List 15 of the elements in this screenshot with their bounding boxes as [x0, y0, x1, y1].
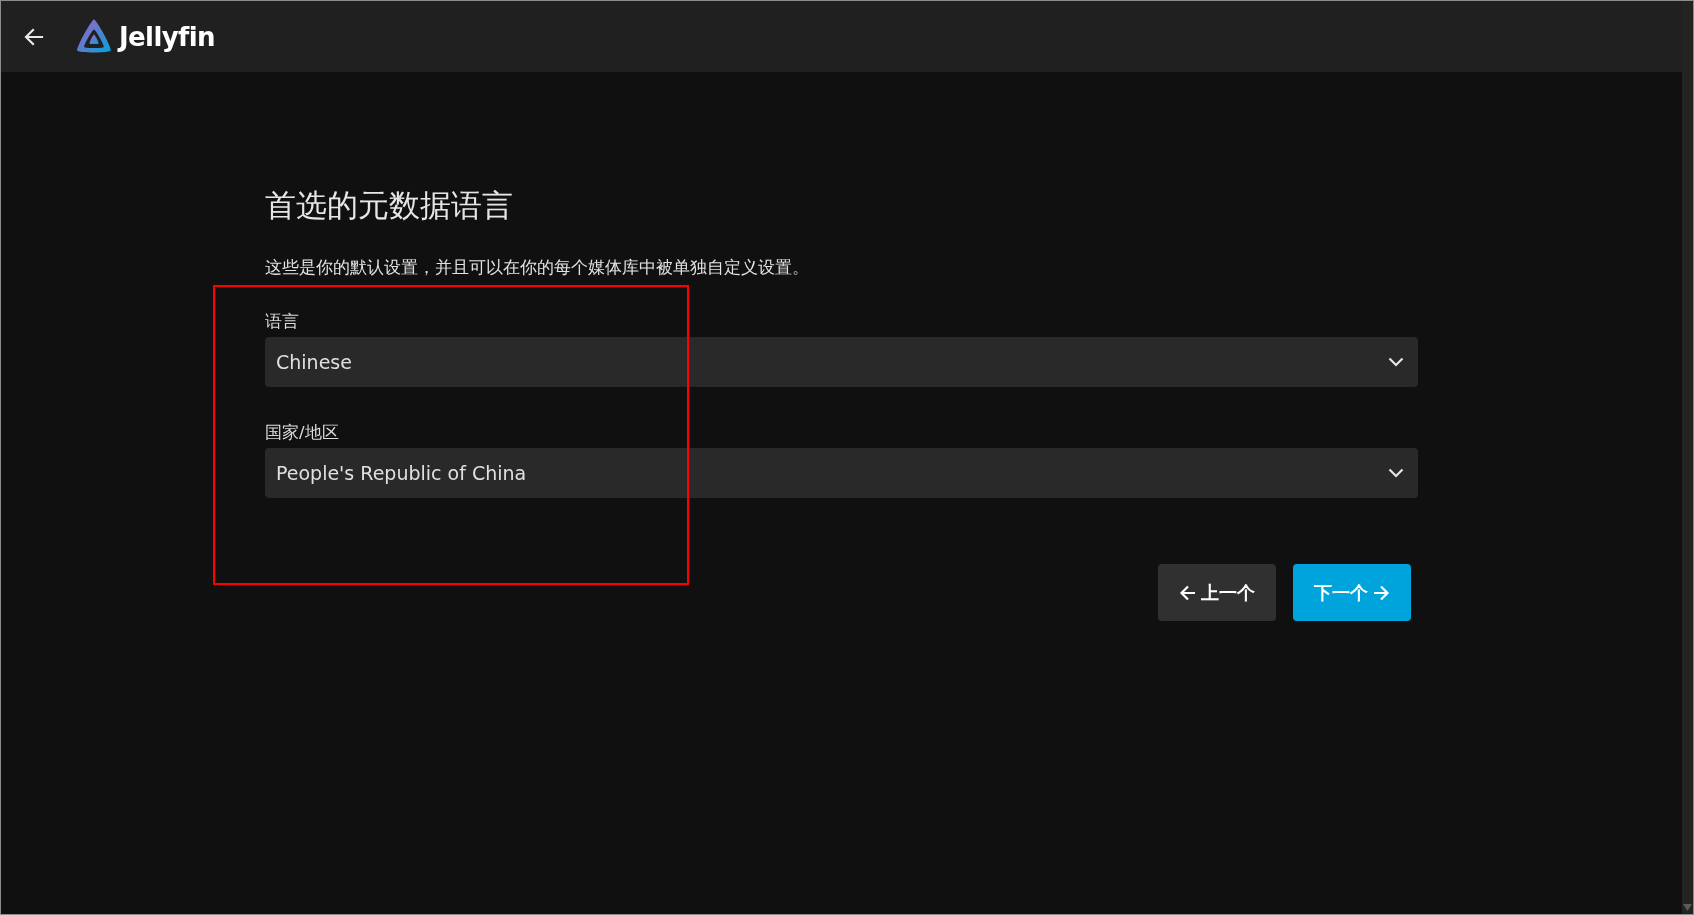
field-label: 国家/地区 — [265, 422, 340, 444]
dropdown-field[interactable]: Chinese — [265, 337, 1418, 387]
arrow-left-icon — [1179, 583, 1197, 602]
field-label: 语言 — [265, 311, 300, 333]
arrow-right-icon — [1372, 583, 1390, 602]
page-description: 这些是你的默认设置，并且可以在你的每个媒体库中被单独自定义设置。 — [265, 257, 810, 279]
page-title: 首选的元数据语言 — [265, 186, 514, 224]
chevron-down-icon — [1388, 468, 1404, 478]
scroll-down-icon[interactable] — [1683, 904, 1692, 911]
scrollbar[interactable] — [1682, 1, 1693, 914]
brand-name: Jellyfin — [119, 23, 215, 50]
logo-icon — [75, 17, 113, 56]
dropdown-field[interactable]: People's Republic of China — [265, 448, 1418, 498]
previous-button[interactable]: 上一个 — [1158, 564, 1276, 621]
chevron-down-icon — [1388, 357, 1404, 367]
